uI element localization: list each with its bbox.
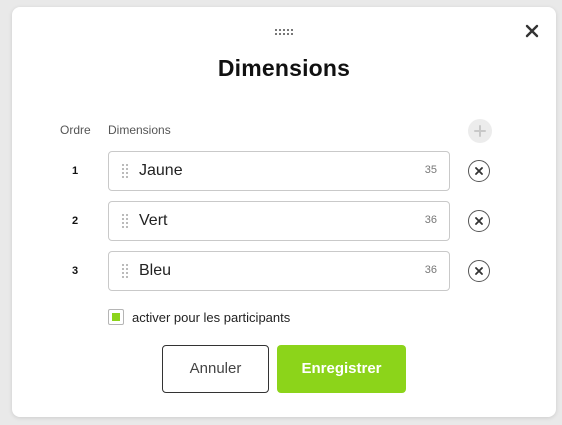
checkbox-checked-mark <box>112 313 120 321</box>
remove-dimension-button-3[interactable] <box>468 260 490 282</box>
remove-dimension-button-1[interactable] <box>468 160 490 182</box>
dimension-field-3[interactable]: Bleu 36 <box>108 251 450 291</box>
dimension-value[interactable]: Jaune <box>139 162 183 180</box>
column-header-order: Ordre <box>60 123 91 137</box>
participants-checkbox-label[interactable]: activer pour les participants <box>132 310 290 325</box>
dimension-field-1[interactable]: Jaune 35 <box>108 151 450 191</box>
dimension-field-2[interactable]: Vert 36 <box>108 201 450 241</box>
cancel-button[interactable]: Annuler <box>162 345 269 393</box>
dimensions-dialog: Dimensions Ordre Dimensions 1 Jaune 35 2 <box>12 7 556 417</box>
close-icon <box>525 24 539 38</box>
row-order-1: 1 <box>72 165 79 177</box>
character-count: 35 <box>424 164 437 176</box>
dialog-title: Dimensions <box>217 55 351 81</box>
participants-checkbox[interactable] <box>108 309 124 325</box>
plus-icon <box>474 125 486 137</box>
character-count: 36 <box>424 264 437 276</box>
save-button[interactable]: Enregistrer <box>277 345 406 393</box>
character-count: 36 <box>424 214 437 226</box>
row-order-2: 2 <box>72 215 79 227</box>
grip-icon[interactable] <box>121 213 129 231</box>
remove-icon <box>475 217 483 225</box>
dimension-value[interactable]: Bleu <box>139 262 171 280</box>
grip-icon[interactable] <box>121 263 129 281</box>
column-header-dimensions: Dimensions <box>108 123 171 137</box>
drag-handle-icon[interactable] <box>274 23 294 35</box>
close-button[interactable] <box>524 23 540 39</box>
dimension-value[interactable]: Vert <box>139 212 167 230</box>
remove-dimension-button-2[interactable] <box>468 210 490 232</box>
remove-icon <box>475 167 483 175</box>
remove-icon <box>475 267 483 275</box>
row-order-3: 3 <box>72 265 79 277</box>
grip-icon[interactable] <box>121 163 129 181</box>
add-dimension-button[interactable] <box>468 119 492 143</box>
